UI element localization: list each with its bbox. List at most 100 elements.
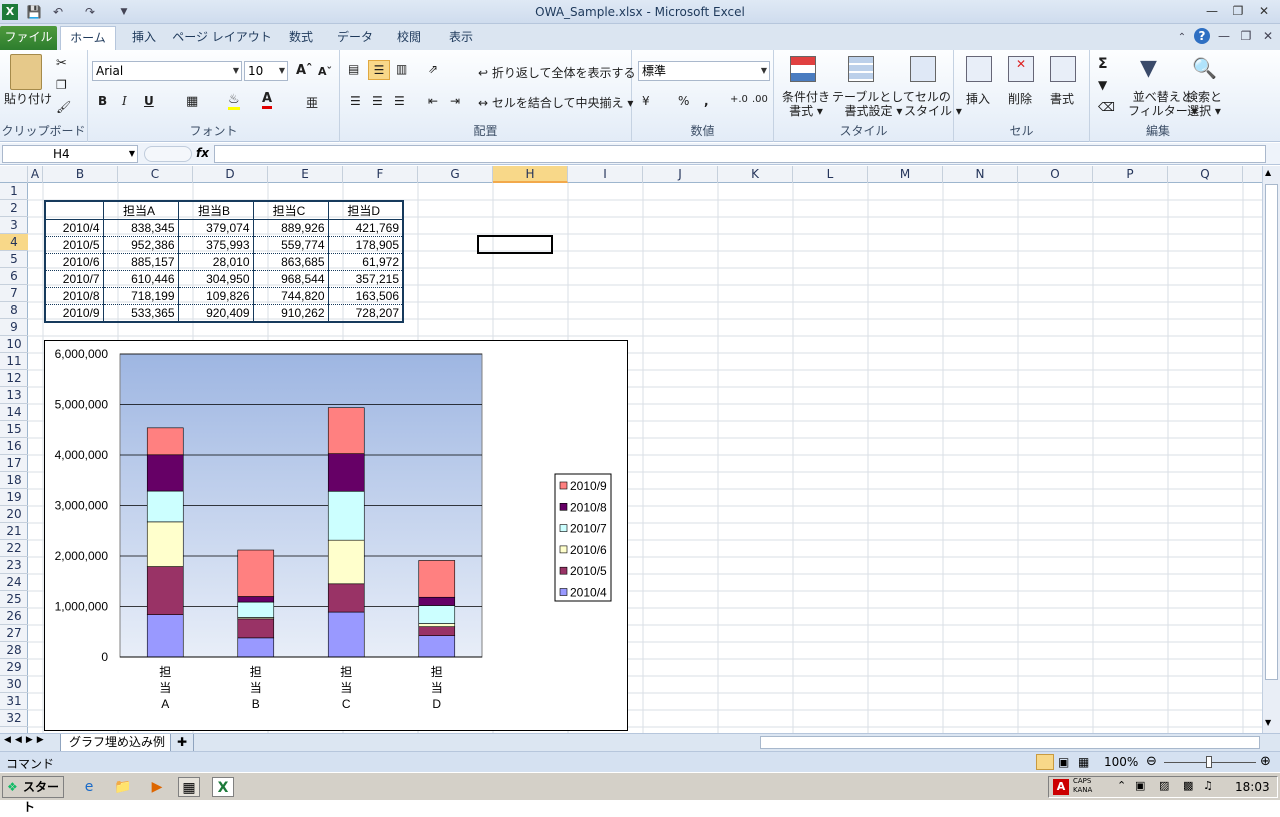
row-header-28[interactable]: 28	[0, 642, 28, 659]
font-color-icon[interactable]: A	[262, 91, 273, 109]
tab-formulas[interactable]: 数式	[280, 26, 322, 50]
row-header-2[interactable]: 2	[0, 200, 28, 217]
zoom-level[interactable]: 100%	[1104, 755, 1138, 769]
tab-page-layout[interactable]: ページ レイアウト	[172, 26, 272, 50]
phonetic-icon[interactable]: 亜	[306, 94, 318, 111]
table-value-cell[interactable]: 718,199	[103, 287, 179, 305]
column-header-l[interactable]: L	[793, 166, 868, 183]
page-layout-view-icon[interactable]: ▣	[1058, 755, 1069, 769]
column-header-c[interactable]: C	[118, 166, 193, 183]
table-month-cell[interactable]: 2010/7	[45, 270, 104, 288]
column-header-h[interactable]: H	[493, 166, 568, 183]
delete-cells-button[interactable]: 削除	[1008, 90, 1032, 107]
column-header-g[interactable]: G	[418, 166, 493, 183]
tray-app-icon-1[interactable]: ▣	[1135, 779, 1145, 792]
table-value-cell[interactable]: 28,010	[178, 253, 254, 271]
borders-icon[interactable]: ▦	[186, 94, 198, 109]
row-header-8[interactable]: 8	[0, 302, 28, 319]
select-all-corner[interactable]	[0, 166, 28, 183]
scroll-up-icon[interactable]: ▲	[1265, 168, 1271, 177]
row-header-7[interactable]: 7	[0, 285, 28, 302]
table-month-cell[interactable]: 2010/4	[45, 219, 104, 237]
wb-minimize-icon[interactable]: —	[1216, 28, 1232, 44]
copy-icon[interactable]: ❐	[56, 78, 67, 92]
fill-color-icon[interactable]: ♨	[228, 92, 240, 110]
column-header-a[interactable]: A	[28, 166, 43, 183]
table-value-cell[interactable]: 885,157	[103, 253, 179, 271]
column-header-j[interactable]: J	[643, 166, 718, 183]
tab-insert[interactable]: 挿入	[122, 26, 166, 50]
align-middle-icon[interactable]: ☰	[368, 60, 390, 80]
sheet-nav-icon[interactable]: ◀◀▶▶	[4, 735, 48, 745]
table-month-cell[interactable]: 2010/9	[45, 304, 104, 322]
shrink-font-icon[interactable]: Aˇ	[318, 65, 332, 78]
find-select-icon[interactable]: 🔍	[1192, 56, 1217, 80]
scroll-thumb[interactable]	[1265, 184, 1278, 680]
row-header-16[interactable]: 16	[0, 438, 28, 455]
column-header-q[interactable]: Q	[1168, 166, 1243, 183]
row-header-11[interactable]: 11	[0, 353, 28, 370]
align-center-icon[interactable]: ☰	[372, 94, 383, 108]
row-header-21[interactable]: 21	[0, 523, 28, 540]
column-header-n[interactable]: N	[943, 166, 1018, 183]
wb-close-icon[interactable]: ✕	[1260, 28, 1276, 44]
number-format-select[interactable]: 標準 ▼	[638, 61, 770, 81]
row-header-19[interactable]: 19	[0, 489, 28, 506]
name-box[interactable]: H4 ▼	[2, 145, 138, 163]
table-value-cell[interactable]: 910,262	[253, 304, 329, 322]
table-value-cell[interactable]: 728,207	[328, 304, 404, 322]
page-break-view-icon[interactable]: ▦	[1078, 755, 1089, 769]
sort-filter-icon[interactable]: ▼	[1140, 56, 1157, 81]
table-value-cell[interactable]: 952,386	[103, 236, 179, 254]
table-value-cell[interactable]: 889,926	[253, 219, 329, 237]
taskbar-excel-icon[interactable]: X	[212, 777, 234, 797]
table-header-cell[interactable]	[45, 201, 104, 220]
font-size-select[interactable]: 10 ▼	[244, 61, 288, 81]
restore-icon[interactable]: ❐	[1226, 2, 1250, 20]
table-value-cell[interactable]: 304,950	[178, 270, 254, 288]
column-header-e[interactable]: E	[268, 166, 343, 183]
column-header-f[interactable]: F	[343, 166, 418, 183]
ribbon-minimize-icon[interactable]: ⌃	[1174, 30, 1190, 46]
comma-icon[interactable]: ,	[704, 94, 709, 108]
row-header-4[interactable]: 4	[0, 234, 28, 251]
column-header-i[interactable]: I	[568, 166, 643, 183]
table-value-cell[interactable]: 533,365	[103, 304, 179, 322]
orientation-icon[interactable]: ⇗	[428, 62, 438, 76]
italic-icon[interactable]: I	[122, 94, 127, 108]
row-header-1[interactable]: 1	[0, 183, 28, 200]
cell-styles-icon[interactable]	[910, 56, 936, 82]
format-as-table-button[interactable]: テーブルとして 書式設定 ▾	[832, 90, 915, 118]
bold-icon[interactable]: B	[98, 94, 107, 108]
scroll-down-icon[interactable]: ▼	[1265, 718, 1271, 727]
paste-button[interactable]: 貼り付け	[4, 90, 52, 107]
row-header-22[interactable]: 22	[0, 540, 28, 557]
table-value-cell[interactable]: 357,215	[328, 270, 404, 288]
format-cells-icon[interactable]	[1050, 56, 1076, 82]
close-icon[interactable]: ✕	[1252, 2, 1276, 20]
tray-network-icon[interactable]: ▩	[1183, 779, 1193, 792]
decrease-indent-icon[interactable]: ⇤	[428, 94, 438, 108]
table-month-cell[interactable]: 2010/8	[45, 287, 104, 305]
tray-arrow-icon[interactable]: ⌃	[1117, 779, 1126, 792]
insert-function-icon[interactable]: fx	[196, 146, 209, 160]
underline-icon[interactable]: U	[144, 94, 154, 108]
table-value-cell[interactable]: 61,972	[328, 253, 404, 271]
zoom-slider-thumb[interactable]	[1206, 756, 1212, 768]
column-header-b[interactable]: B	[43, 166, 118, 183]
paste-icon[interactable]	[10, 54, 42, 90]
increase-indent-icon[interactable]: ⇥	[450, 94, 460, 108]
increase-decimal-icon[interactable]: +.0	[730, 94, 748, 105]
table-value-cell[interactable]: 163,506	[328, 287, 404, 305]
insert-cells-icon[interactable]	[966, 56, 992, 82]
row-header-12[interactable]: 12	[0, 370, 28, 387]
table-value-cell[interactable]: 968,544	[253, 270, 329, 288]
minimize-icon[interactable]: —	[1200, 2, 1224, 20]
table-month-cell[interactable]: 2010/5	[45, 236, 104, 254]
row-header-25[interactable]: 25	[0, 591, 28, 608]
tray-app-icon-2[interactable]: ▨	[1159, 779, 1169, 792]
table-value-cell[interactable]: 744,820	[253, 287, 329, 305]
row-header-3[interactable]: 3	[0, 217, 28, 234]
wb-restore-icon[interactable]: ❐	[1238, 28, 1254, 44]
row-header-23[interactable]: 23	[0, 557, 28, 574]
